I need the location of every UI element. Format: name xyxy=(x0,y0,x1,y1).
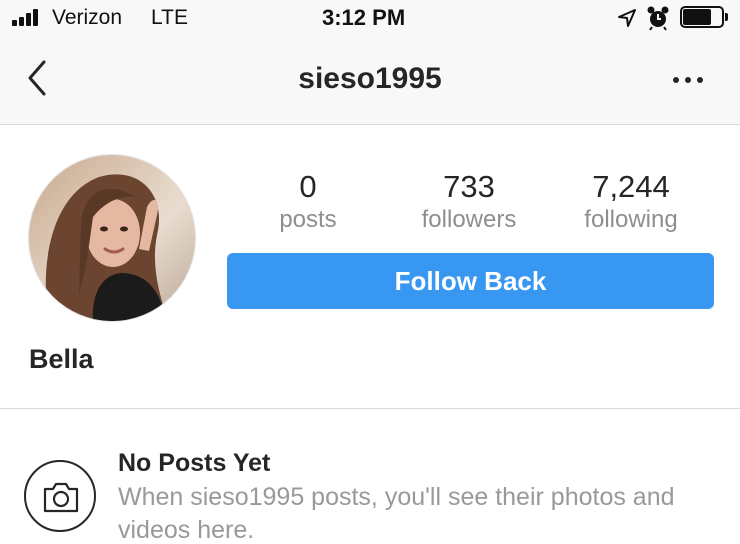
avatar[interactable] xyxy=(28,154,196,322)
location-icon xyxy=(618,9,636,27)
nav-bar: sieso1995 xyxy=(0,38,740,125)
network-type: LTE xyxy=(151,6,188,29)
status-time: 3:12 PM xyxy=(322,5,406,30)
follow-back-button[interactable]: Follow Back xyxy=(227,253,714,309)
page-title: sieso1995 xyxy=(298,62,442,95)
stat-following[interactable]: 7,244 following xyxy=(561,170,701,236)
followers-count: 733 xyxy=(443,169,495,204)
display-name: Bella xyxy=(29,344,94,374)
posts-label: posts xyxy=(279,206,337,233)
following-count: 7,244 xyxy=(592,169,670,204)
alarm-icon xyxy=(647,6,669,31)
more-horizontal-icon[interactable] xyxy=(668,68,708,92)
stat-posts: 0 posts xyxy=(238,170,378,236)
battery-icon xyxy=(680,6,728,28)
following-label: following xyxy=(584,206,678,233)
followers-label: followers xyxy=(421,206,517,233)
carrier-name: Verizon xyxy=(52,6,123,29)
empty-state-description: When sieso1995 posts, you'll see their p… xyxy=(118,483,675,544)
camera-icon xyxy=(24,460,96,532)
section-divider xyxy=(0,408,740,409)
posts-count: 0 xyxy=(299,169,317,204)
empty-state-title: No Posts Yet xyxy=(118,449,271,477)
signal-icon xyxy=(12,9,44,26)
stat-followers[interactable]: 733 followers xyxy=(399,170,539,236)
status-bar: Verizon LTE 3:12 PM xyxy=(0,0,740,38)
